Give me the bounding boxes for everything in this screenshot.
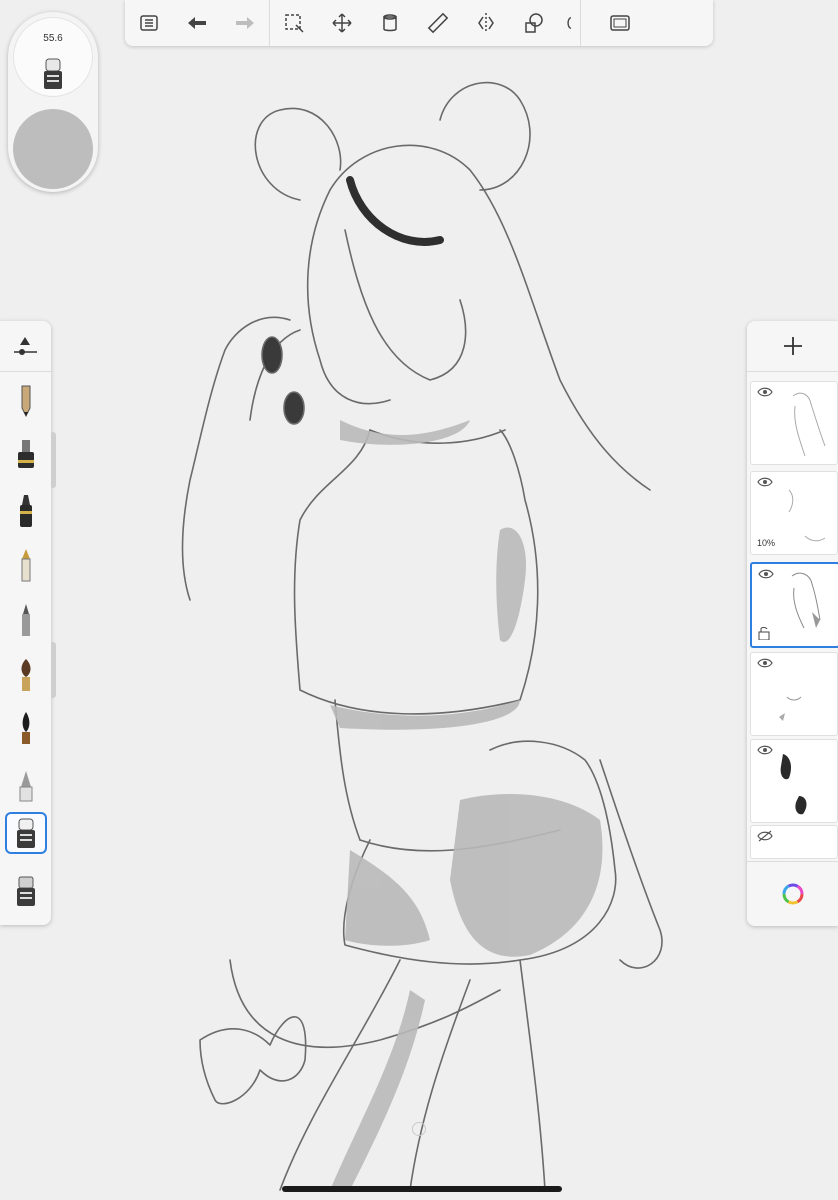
- layer-preview: [791, 572, 821, 629]
- brush-size-control[interactable]: 55.6: [13, 17, 93, 97]
- current-color-swatch[interactable]: [13, 109, 93, 189]
- layer-thumbnail[interactable]: 10%: [750, 471, 838, 555]
- transform-icon[interactable]: [318, 0, 366, 46]
- brush-size-value: 55.6: [43, 33, 63, 44]
- layer-preview: [792, 392, 826, 457]
- palette-resize-handle[interactable]: [51, 642, 56, 698]
- eye-icon[interactable]: [758, 568, 774, 580]
- more-tools-partial-icon[interactable]: [558, 0, 580, 46]
- eraser-icon: [44, 58, 62, 89]
- layer-thumbnail[interactable]: [750, 381, 838, 465]
- touch-indicator: [412, 1122, 426, 1136]
- eye-icon[interactable]: [757, 476, 773, 488]
- pencil-icon[interactable]: [5, 379, 47, 421]
- layer-thumbnail[interactable]: [750, 739, 838, 823]
- ruler-icon[interactable]: [414, 0, 462, 46]
- drawing-canvas[interactable]: [0, 0, 838, 1200]
- ballpoint-icon[interactable]: [5, 599, 47, 641]
- layer-thumbnail[interactable]: [750, 562, 838, 648]
- layer-thumbnail[interactable]: [750, 652, 838, 736]
- soft-eraser-icon[interactable]: [5, 812, 47, 854]
- brush-properties-button[interactable]: [0, 321, 51, 372]
- eye-icon[interactable]: [757, 744, 773, 756]
- ink-brush-icon[interactable]: [5, 707, 47, 749]
- layer-preview: [779, 696, 802, 721]
- fill-bucket-icon[interactable]: [366, 0, 414, 46]
- selection-icon[interactable]: [270, 0, 318, 46]
- gallery-list-icon[interactable]: [125, 0, 173, 46]
- layer-preview: [788, 489, 826, 542]
- add-layer-button[interactable]: [747, 321, 838, 372]
- fountain-pen-icon[interactable]: [5, 544, 47, 586]
- palette-resize-handle[interactable]: [51, 432, 56, 488]
- felt-pen-icon[interactable]: [5, 490, 47, 532]
- brush-puck: 55.6: [8, 12, 98, 192]
- paintbrush-icon[interactable]: [5, 654, 47, 696]
- redo-icon[interactable]: [221, 0, 269, 46]
- brush-palette: [0, 321, 51, 925]
- home-indicator[interactable]: [282, 1186, 562, 1192]
- undo-icon[interactable]: [173, 0, 221, 46]
- hard-eraser-icon[interactable]: [5, 870, 47, 912]
- symmetry-icon[interactable]: [462, 0, 510, 46]
- marker-icon[interactable]: [5, 435, 47, 477]
- color-editor-button[interactable]: [747, 861, 838, 926]
- lock-open-icon[interactable]: [758, 626, 770, 640]
- eye-icon[interactable]: [757, 386, 773, 398]
- brush-settings-icon: [14, 337, 37, 355]
- layer-thumbnail[interactable]: [750, 825, 838, 859]
- layers-panel: 10%: [747, 321, 838, 926]
- airbrush-icon[interactable]: [5, 764, 47, 806]
- layer-preview: [789, 857, 790, 858]
- top-toolbar: [125, 0, 713, 46]
- shapes-icon[interactable]: [510, 0, 558, 46]
- eye-hidden-icon[interactable]: [757, 830, 773, 842]
- sketch-artwork: [0, 0, 838, 1200]
- eye-icon[interactable]: [757, 657, 773, 669]
- layer-opacity-label: 10%: [757, 538, 776, 548]
- layer-preview: [780, 754, 807, 815]
- color-wheel-icon: [782, 883, 803, 905]
- fullscreen-icon[interactable]: [581, 0, 659, 46]
- plus-icon: [783, 337, 802, 355]
